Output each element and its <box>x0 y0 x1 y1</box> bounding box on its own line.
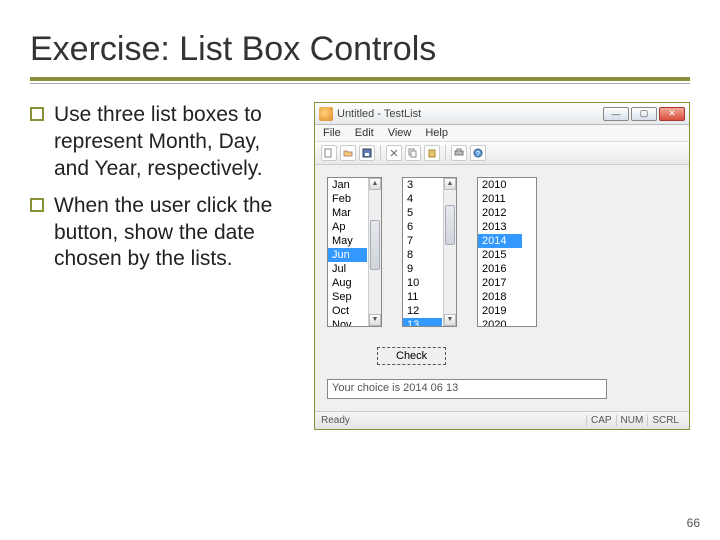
paste-icon[interactable] <box>424 145 440 161</box>
list-item[interactable]: 13 <box>403 318 442 327</box>
result-output: Your choice is 2014 06 13 <box>327 379 607 399</box>
window-title: Untitled - TestList <box>337 108 603 120</box>
list-item[interactable]: 2016 <box>478 262 522 276</box>
square-bullet-icon <box>30 107 44 121</box>
list-item[interactable]: May <box>328 234 367 248</box>
menu-edit[interactable]: Edit <box>355 127 374 139</box>
list-item[interactable]: Feb <box>328 192 367 206</box>
list-item[interactable]: Mar <box>328 206 367 220</box>
list-item[interactable]: 10 <box>403 276 442 290</box>
scrollbar[interactable]: ▲ ▼ <box>443 178 456 326</box>
year-listbox[interactable]: 2010201120122013201420152016201720182019… <box>477 177 537 327</box>
toolbar-separator <box>445 145 446 161</box>
status-scrl: SCRL <box>647 415 683 426</box>
list-item[interactable]: 2011 <box>478 192 522 206</box>
scroll-thumb[interactable] <box>445 205 455 245</box>
square-bullet-icon <box>30 198 44 212</box>
save-icon[interactable] <box>359 145 375 161</box>
list-item[interactable]: 7 <box>403 234 442 248</box>
scroll-thumb[interactable] <box>370 220 380 270</box>
toolbar-separator <box>380 145 381 161</box>
list-item[interactable]: 2010 <box>478 178 522 192</box>
scroll-up-icon[interactable]: ▲ <box>444 178 456 190</box>
app-window: Untitled - TestList — ▢ ✕ File Edit View… <box>314 102 690 430</box>
list-item[interactable]: 5 <box>403 206 442 220</box>
list-item[interactable]: 2017 <box>478 276 522 290</box>
statusbar: Ready CAP NUM SCRL <box>315 411 689 429</box>
check-button[interactable]: Check <box>377 347 446 365</box>
list-item[interactable]: 12 <box>403 304 442 318</box>
list-item[interactable]: 9 <box>403 262 442 276</box>
cut-icon[interactable] <box>386 145 402 161</box>
list-item[interactable]: Nov <box>328 318 367 327</box>
month-listbox[interactable]: JanFebMarApMayJunJulAugSepOctNovDe ▲ ▼ <box>327 177 382 327</box>
menubar: File Edit View Help <box>315 125 689 142</box>
menu-view[interactable]: View <box>388 127 412 139</box>
list-item[interactable]: 4 <box>403 192 442 206</box>
help-icon[interactable]: ? <box>470 145 486 161</box>
svg-text:?: ? <box>476 151 480 158</box>
new-file-icon[interactable] <box>321 145 337 161</box>
list-item: When the user click the button, show the… <box>30 193 300 274</box>
list-item[interactable]: Jan <box>328 178 367 192</box>
list-item[interactable]: 11 <box>403 290 442 304</box>
bullet-text: Use three list boxes to represent Month,… <box>54 102 300 183</box>
minimize-button[interactable]: — <box>603 107 629 121</box>
copy-icon[interactable] <box>405 145 421 161</box>
status-num: NUM <box>616 415 648 426</box>
list-item[interactable]: 2013 <box>478 220 522 234</box>
scroll-down-icon[interactable]: ▼ <box>444 314 456 326</box>
page-number: 66 <box>687 516 700 530</box>
bullet-list: Use three list boxes to represent Month,… <box>30 102 300 430</box>
list-item[interactable]: 2015 <box>478 248 522 262</box>
list-item[interactable]: 2019 <box>478 304 522 318</box>
titlebar[interactable]: Untitled - TestList — ▢ ✕ <box>315 103 689 125</box>
page-title: Exercise: List Box Controls <box>30 30 690 69</box>
menu-file[interactable]: File <box>323 127 341 139</box>
maximize-button[interactable]: ▢ <box>631 107 657 121</box>
list-item[interactable]: 2018 <box>478 290 522 304</box>
open-folder-icon[interactable] <box>340 145 356 161</box>
list-item: Use three list boxes to represent Month,… <box>30 102 300 183</box>
app-icon <box>319 107 333 121</box>
list-item[interactable]: 2020 <box>478 318 522 327</box>
list-item[interactable]: 2014 <box>478 234 522 248</box>
scroll-up-icon[interactable]: ▲ <box>369 178 381 190</box>
bullet-text: When the user click the button, show the… <box>54 193 300 274</box>
client-area: JanFebMarApMayJunJulAugSepOctNovDe ▲ ▼ 3… <box>315 165 689 411</box>
list-item[interactable]: 6 <box>403 220 442 234</box>
list-item[interactable]: 8 <box>403 248 442 262</box>
menu-help[interactable]: Help <box>425 127 448 139</box>
list-item[interactable]: Ap <box>328 220 367 234</box>
print-icon[interactable] <box>451 145 467 161</box>
list-item[interactable]: Jun <box>328 248 367 262</box>
list-item[interactable]: Jul <box>328 262 367 276</box>
title-rule <box>30 77 690 84</box>
status-caps: CAP <box>586 415 616 426</box>
day-listbox[interactable]: 34567891011121314 ▲ ▼ <box>402 177 457 327</box>
scrollbar[interactable]: ▲ ▼ <box>368 178 381 326</box>
scroll-down-icon[interactable]: ▼ <box>369 314 381 326</box>
close-button[interactable]: ✕ <box>659 107 685 121</box>
list-item[interactable]: 3 <box>403 178 442 192</box>
toolbar: ? <box>315 142 689 165</box>
list-item[interactable]: 2012 <box>478 206 522 220</box>
status-ready: Ready <box>321 415 350 426</box>
list-item[interactable]: Aug <box>328 276 367 290</box>
list-item[interactable]: Oct <box>328 304 367 318</box>
list-item[interactable]: Sep <box>328 290 367 304</box>
